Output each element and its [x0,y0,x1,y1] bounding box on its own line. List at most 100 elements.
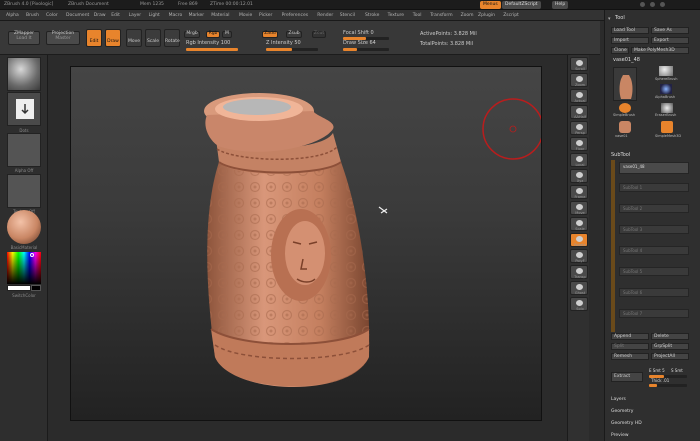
subtool-scrollbar[interactable] [611,160,615,332]
rotate-button[interactable]: Rotate [164,29,180,47]
switch-color-label[interactable]: SwitchColor [0,293,48,298]
move-button[interactable]: Move [126,29,142,47]
shelf-button[interactable]: Local [570,153,588,167]
simplemesh3d-thumbnail[interactable] [661,121,673,133]
menu-item[interactable]: Texture [388,13,404,18]
subtool-slot[interactable]: SubTool 3 [619,225,689,234]
menu-item[interactable]: Zoom [461,13,474,18]
m-button[interactable]: M [222,31,232,38]
color-picker[interactable] [7,252,41,284]
shelf-button[interactable]: Actual [570,89,588,103]
geometry-section[interactable]: Geometry [611,409,633,414]
menu-item[interactable]: Picker [259,13,272,18]
delete-button[interactable]: Delete [651,333,689,340]
collapse-arrow-icon[interactable]: ▾ [608,16,611,22]
project-all-button[interactable]: ProjectAll [651,353,689,360]
menu-item[interactable]: Alpha [6,13,19,18]
menu-item[interactable]: Macro [169,13,183,18]
shelf-button[interactable]: Floor [570,137,588,151]
shelf-button[interactable]: Ghost [570,281,588,295]
mrgb-button[interactable]: Mrgb [184,31,200,38]
menu-item[interactable]: Layer [129,13,142,18]
menu-item[interactable]: Render [317,13,333,18]
make-polymesh-button[interactable]: Make PolyMesh3D [631,47,689,54]
help-button[interactable]: Help [552,1,569,9]
menu-item[interactable]: Color [46,13,58,18]
subtool-active[interactable]: vase01_48 [619,162,689,174]
simplebrush-thumbnail[interactable] [619,103,631,113]
subtool-slot[interactable]: SubTool 2 [619,204,689,213]
menu-item[interactable]: Movie [239,13,252,18]
thick-slider[interactable] [649,384,687,387]
shelf-button[interactable]: Frame [570,185,588,199]
projection-master-button[interactable]: Projection Master [46,31,80,45]
menu-item[interactable]: Light [149,13,160,18]
menu-item[interactable]: Stencil [340,13,355,18]
stroke-thumbnail[interactable] [7,92,41,126]
brush-thumbnail[interactable] [7,57,41,91]
shelf-button[interactable]: Rotate [570,233,588,247]
subtool-slot[interactable]: SubTool 7 [619,309,689,318]
groups-split-button[interactable]: GrpSplit [651,343,689,350]
split-button[interactable]: Split [611,343,649,350]
geometry-hd-section[interactable]: Geometry HD [611,421,642,426]
document-canvas[interactable] [70,66,542,421]
export-button[interactable]: Export [651,37,689,44]
menu-item[interactable]: Stroke [365,13,379,18]
subtool-title[interactable]: SubTool [611,152,630,158]
rgb-intensity-slider[interactable] [186,48,238,51]
menu-item[interactable]: Brush [26,13,39,18]
zcut-button[interactable]: Zcut [312,31,326,38]
close-icon[interactable] [660,2,665,7]
subtool-slot[interactable]: SubTool 5 [619,267,689,276]
shelf-button[interactable]: Scale [570,217,588,231]
eraserbrush-thumbnail[interactable] [661,103,673,113]
zadd-button[interactable]: Zadd [262,31,278,38]
rgb-button[interactable]: Rgb [206,31,220,38]
extract-button[interactable]: Extract [611,372,643,382]
shelf-button[interactable]: Transp [570,265,588,279]
secondary-color-swatch[interactable] [31,285,41,291]
minimize-icon[interactable] [640,2,645,7]
subtool-slot[interactable]: SubTool 4 [619,246,689,255]
scale-button[interactable]: Scale [145,29,161,47]
zmapper-button[interactable]: ZMapper Load It [8,31,40,45]
shelf-button[interactable]: Solo [570,297,588,311]
menu-item[interactable]: Marker [189,13,205,18]
texture-thumbnail[interactable] [7,174,41,208]
z-intensity-slider[interactable] [266,48,318,51]
vase01-thumbnail[interactable] [619,121,631,133]
maximize-icon[interactable] [650,2,655,7]
menus-button[interactable]: Menus [480,1,501,9]
load-tool-button[interactable]: Load Tool [611,27,649,34]
menu-item[interactable]: Material [211,13,229,18]
remesh-button[interactable]: Remesh [611,353,649,360]
material-sphere[interactable] [7,210,41,244]
default-zscript-button[interactable]: DefaultZScript [502,1,541,9]
subtool-slot[interactable]: SubTool 6 [619,288,689,297]
import-button[interactable]: Import [611,37,649,44]
alpha-thumbnail[interactable] [7,133,41,167]
alphabrush-thumbnail[interactable] [660,84,672,94]
menu-item[interactable]: Document [66,13,89,18]
preview-section[interactable]: Preview [611,433,629,438]
shelf-button[interactable]: Scroll [570,57,588,71]
main-color-swatch[interactable] [7,285,31,291]
shelf-button[interactable]: Zoom [570,73,588,87]
menu-item[interactable]: Zscript [503,13,519,18]
menu-item[interactable]: Transform [430,13,452,18]
menu-item[interactable]: Tool [413,13,422,18]
save-as-button[interactable]: Save As [651,27,689,34]
spherebrush-thumbnail[interactable] [659,66,673,76]
shelf-button[interactable]: Move [570,201,588,215]
menu-item[interactable]: Edit [111,13,120,18]
draw-button[interactable]: Draw [105,29,121,47]
menu-item[interactable]: Preferences [282,13,308,18]
append-button[interactable]: Append [611,333,649,340]
layers-section[interactable]: Layers [611,397,626,402]
draw-size-slider[interactable] [343,48,389,51]
edit-button[interactable]: Edit [86,29,102,47]
zsub-button[interactable]: Zsub [286,31,302,38]
clone-button[interactable]: Clone [611,47,629,54]
menu-item[interactable]: Draw [94,13,106,18]
